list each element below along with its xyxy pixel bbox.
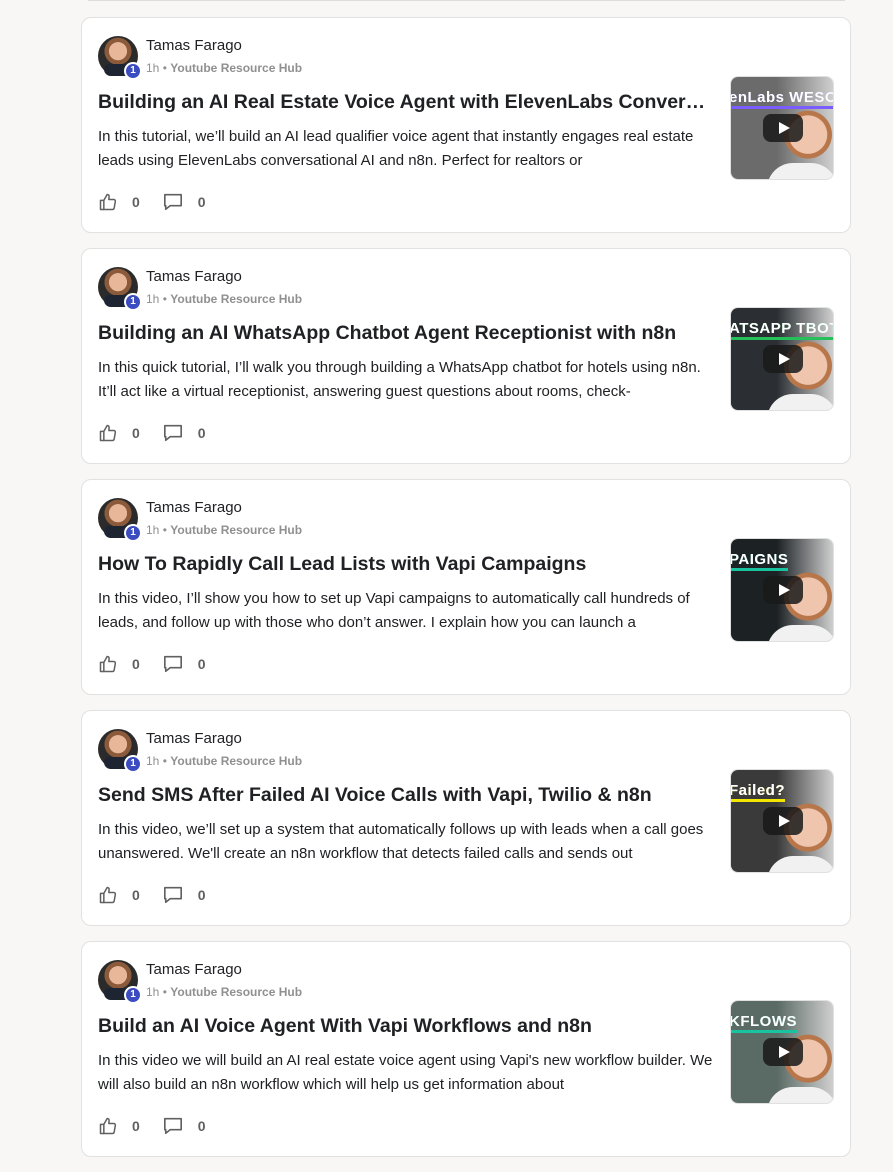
- post-card[interactable]: 1 Tamas Farago 1h • Youtube Resource Hub…: [81, 710, 851, 926]
- post-feed: 1 Tamas Farago 1h • Youtube Resource Hub…: [81, 17, 851, 1172]
- comment-count: 0: [197, 194, 206, 210]
- comment-icon: [163, 1117, 182, 1135]
- group-link[interactable]: Youtube Resource Hub: [170, 523, 302, 537]
- level-badge: 1: [124, 524, 142, 542]
- video-thumbnail[interactable]: KFLOWS: [730, 1000, 834, 1104]
- post-card[interactable]: 1 Tamas Farago 1h • Youtube Resource Hub…: [81, 941, 851, 1157]
- comment-count: 0: [197, 887, 206, 903]
- author-name[interactable]: Tamas Farago: [146, 961, 242, 978]
- post-excerpt: In this quick tutorial, I’ll walk you th…: [98, 359, 701, 400]
- thumbs-up-icon: [99, 655, 117, 673]
- comment-icon: [163, 886, 182, 904]
- thumbnail-text: Failed?: [731, 782, 786, 802]
- level-badge: 1: [124, 62, 142, 80]
- like-count: 0: [132, 1118, 140, 1134]
- post-meta: 1h • Youtube Resource Hub: [146, 292, 302, 306]
- author-name[interactable]: Tamas Farago: [146, 499, 242, 516]
- thumbs-up-icon: [99, 193, 117, 211]
- comment-button[interactable]: 0: [162, 423, 206, 443]
- meta-separator: •: [162, 754, 167, 768]
- comment-icon: [163, 193, 182, 211]
- play-icon[interactable]: [763, 1038, 803, 1066]
- post-time: 1h: [146, 61, 160, 75]
- post-title[interactable]: Building an AI Real Estate Voice Agent w…: [98, 91, 713, 114]
- post-time: 1h: [146, 523, 160, 537]
- post-excerpt: In this tutorial, we’ll build an AI lead…: [98, 128, 694, 169]
- post-actions: 0 0: [98, 191, 228, 213]
- video-thumbnail[interactable]: Failed?: [730, 769, 834, 873]
- group-link[interactable]: Youtube Resource Hub: [170, 292, 302, 306]
- like-count: 0: [132, 656, 140, 672]
- comment-button[interactable]: 0: [162, 654, 206, 674]
- video-thumbnail[interactable]: ATSAPP TBOT: [730, 307, 834, 411]
- author-name[interactable]: Tamas Farago: [146, 268, 242, 285]
- post-time: 1h: [146, 754, 160, 768]
- meta-separator: •: [162, 523, 167, 537]
- post-meta: 1h • Youtube Resource Hub: [146, 61, 302, 75]
- thumbs-up-icon: [99, 424, 117, 442]
- video-thumbnail[interactable]: enLabs WESOM: [730, 76, 834, 180]
- thumbnail-text: PAIGNS: [731, 551, 789, 571]
- like-count: 0: [132, 194, 140, 210]
- level-badge: 1: [124, 986, 142, 1004]
- like-button[interactable]: 0: [98, 654, 140, 674]
- thumbs-up-icon: [99, 1117, 117, 1135]
- post-excerpt: In this video, we’ll set up a system tha…: [98, 821, 704, 862]
- post-actions: 0 0: [98, 653, 228, 675]
- post-meta: 1h • Youtube Resource Hub: [146, 523, 302, 537]
- post-meta: 1h • Youtube Resource Hub: [146, 985, 302, 999]
- post-excerpt: In this video we will build an AI real e…: [98, 1052, 713, 1093]
- post-excerpt: In this video, I’ll show you how to set …: [98, 590, 690, 631]
- post-title[interactable]: Build an AI Voice Agent With Vapi Workfl…: [98, 1015, 713, 1038]
- play-icon[interactable]: [763, 807, 803, 835]
- comment-button[interactable]: 0: [162, 1116, 206, 1136]
- comment-count: 0: [197, 425, 206, 441]
- comment-count: 0: [197, 656, 206, 672]
- like-button[interactable]: 0: [98, 423, 140, 443]
- video-thumbnail[interactable]: PAIGNS: [730, 538, 834, 642]
- post-title[interactable]: Building an AI WhatsApp Chatbot Agent Re…: [98, 322, 713, 345]
- play-icon[interactable]: [763, 576, 803, 604]
- comment-button[interactable]: 0: [162, 885, 206, 905]
- post-card[interactable]: 1 Tamas Farago 1h • Youtube Resource Hub…: [81, 479, 851, 695]
- top-divider: [88, 0, 845, 1]
- post-card[interactable]: 1 Tamas Farago 1h • Youtube Resource Hub…: [81, 248, 851, 464]
- like-button[interactable]: 0: [98, 885, 140, 905]
- like-count: 0: [132, 425, 140, 441]
- post-actions: 0 0: [98, 884, 228, 906]
- comment-icon: [163, 655, 182, 673]
- level-badge: 1: [124, 755, 142, 773]
- comment-icon: [163, 424, 182, 442]
- post-card[interactable]: 1 Tamas Farago 1h • Youtube Resource Hub…: [81, 17, 851, 233]
- comment-button[interactable]: 0: [162, 192, 206, 212]
- play-icon[interactable]: [763, 345, 803, 373]
- like-button[interactable]: 0: [98, 1116, 140, 1136]
- like-button[interactable]: 0: [98, 192, 140, 212]
- author-name[interactable]: Tamas Farago: [146, 37, 242, 54]
- post-title[interactable]: How To Rapidly Call Lead Lists with Vapi…: [98, 553, 713, 576]
- post-meta: 1h • Youtube Resource Hub: [146, 754, 302, 768]
- like-count: 0: [132, 887, 140, 903]
- play-icon[interactable]: [763, 114, 803, 142]
- post-title[interactable]: Send SMS After Failed AI Voice Calls wit…: [98, 784, 713, 807]
- group-link[interactable]: Youtube Resource Hub: [170, 61, 302, 75]
- author-name[interactable]: Tamas Farago: [146, 730, 242, 747]
- thumbnail-text: KFLOWS: [731, 1013, 797, 1033]
- group-link[interactable]: Youtube Resource Hub: [170, 985, 302, 999]
- post-time: 1h: [146, 292, 160, 306]
- thumbs-up-icon: [99, 886, 117, 904]
- meta-separator: •: [162, 292, 167, 306]
- level-badge: 1: [124, 293, 142, 311]
- comment-count: 0: [197, 1118, 206, 1134]
- meta-separator: •: [162, 61, 167, 75]
- meta-separator: •: [162, 985, 167, 999]
- post-time: 1h: [146, 985, 160, 999]
- post-actions: 0 0: [98, 422, 228, 444]
- post-actions: 0 0: [98, 1115, 228, 1137]
- group-link[interactable]: Youtube Resource Hub: [170, 754, 302, 768]
